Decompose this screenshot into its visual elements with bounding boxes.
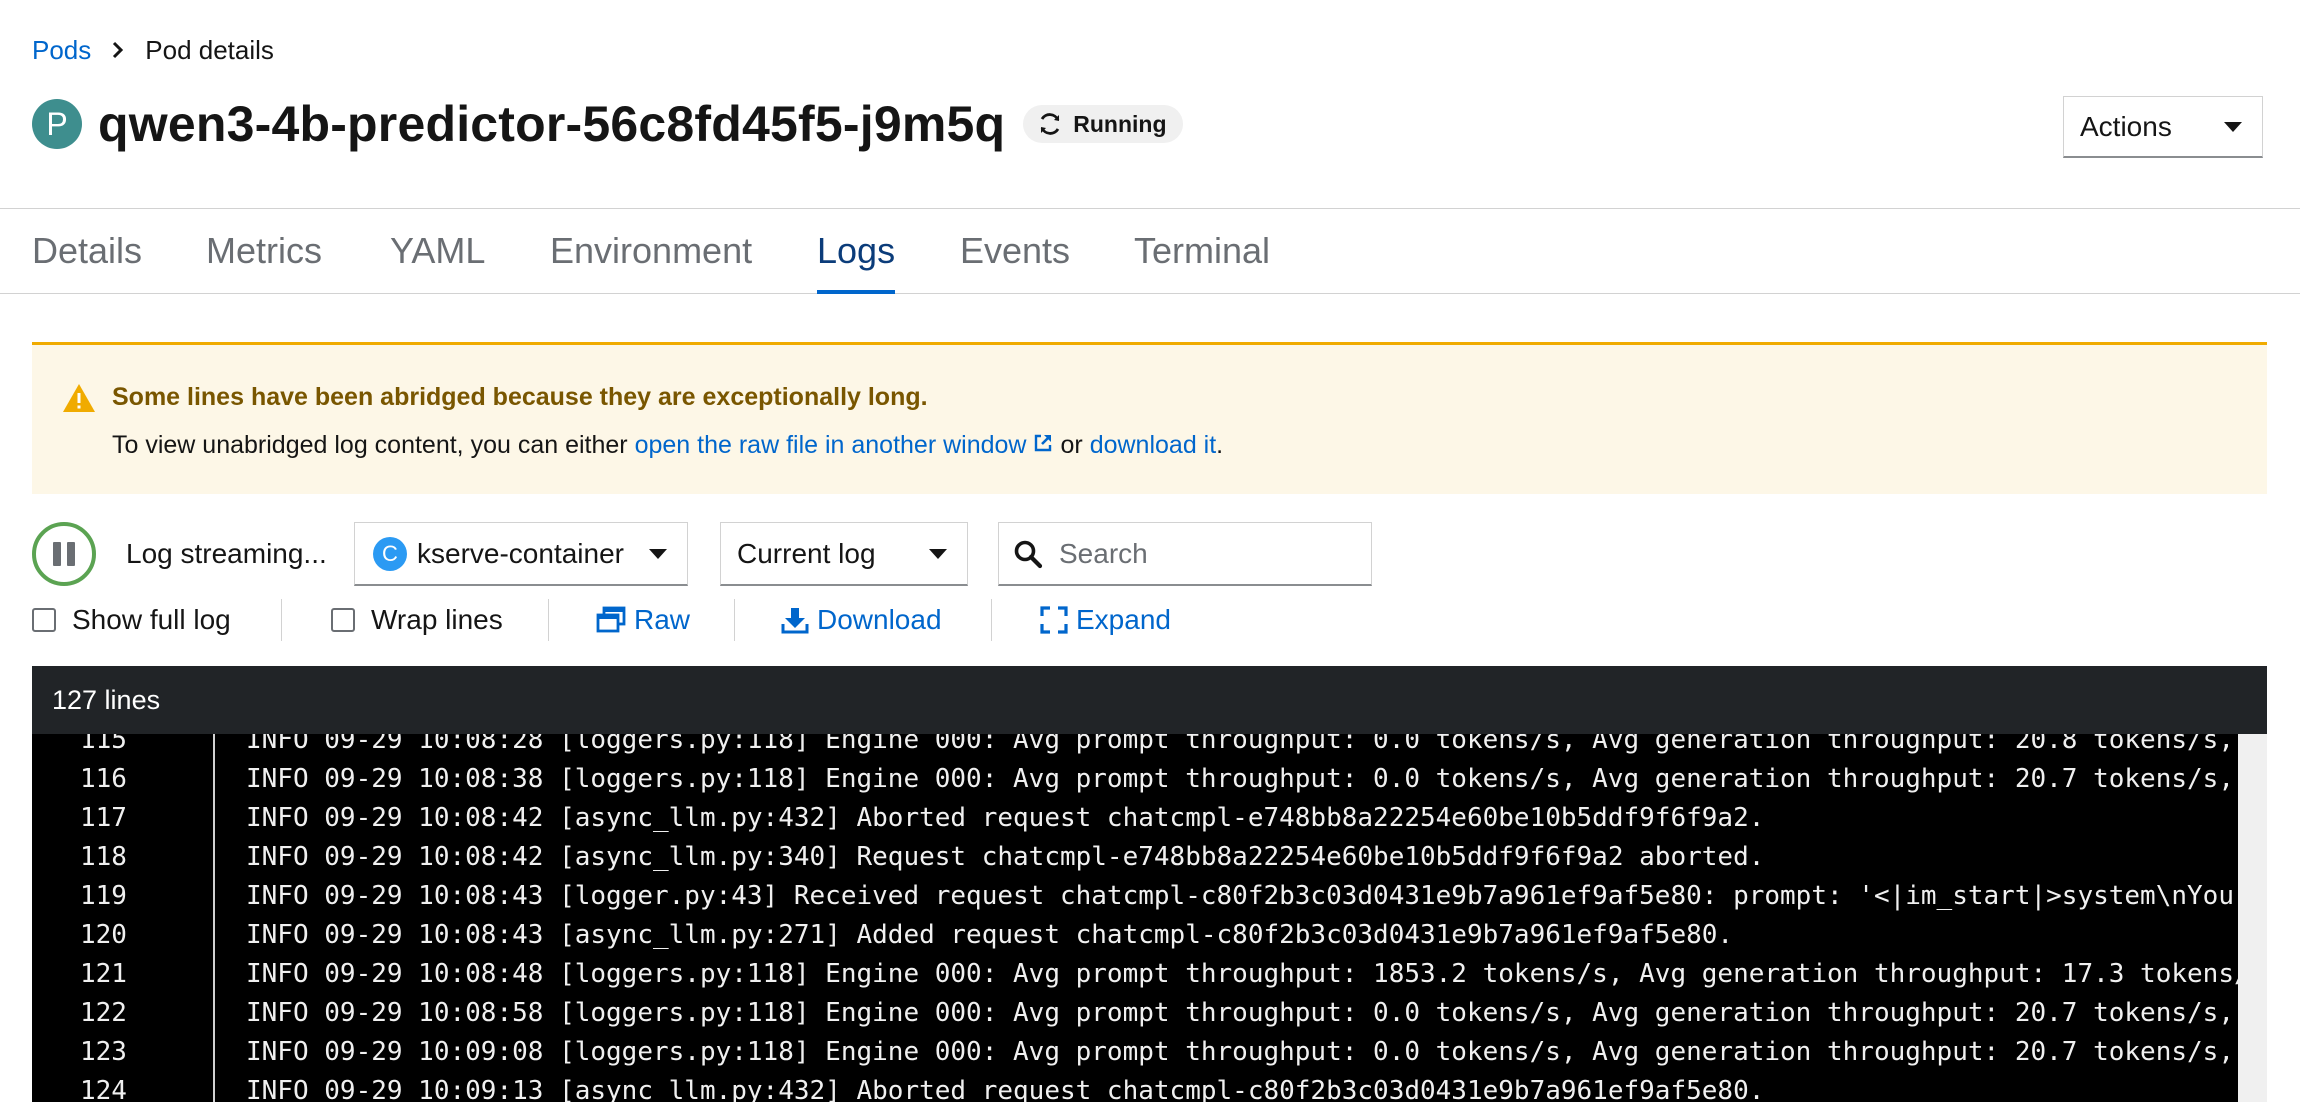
caret-down-icon [2224, 121, 2242, 132]
expand-label: Expand [1076, 604, 1171, 635]
log-line-number: 117 [80, 803, 127, 833]
alert-body-suffix: . [1216, 431, 1224, 459]
log-line-text: INFO 09-29 10:08:38 [loggers.py:118] Eng… [246, 764, 2234, 794]
log-line-number: 115 [80, 734, 127, 755]
log-line-number: 122 [80, 998, 127, 1028]
breadcrumb-pods-link[interactable]: Pods [32, 35, 91, 66]
log-line-text: INFO 09-29 10:08:43 [async_llm.py:271] A… [246, 920, 1734, 950]
log-line-number: 123 [80, 1037, 127, 1067]
open-raw-link[interactable]: open the raw file in another window [635, 431, 1027, 460]
log-line: 116 INFO 09-29 10:08:38 [loggers.py:118] … [32, 760, 2234, 799]
sync-icon [1040, 113, 1060, 135]
caret-down-icon [929, 548, 947, 559]
log-toolbar: Log streaming... C kserve-container Curr… [32, 520, 1432, 588]
alert-body-prefix: To view unabridged log content, you can … [112, 431, 628, 459]
raw-button[interactable]: Raw [596, 595, 690, 645]
tab-terminal[interactable]: Terminal [1134, 209, 1270, 293]
log-type-select[interactable]: Current log [720, 522, 968, 586]
pause-icon [53, 542, 61, 566]
log-line-text: INFO 09-29 10:08:43 [logger.py:43] Recei… [246, 881, 2234, 911]
container-name: kserve-container [417, 537, 624, 569]
log-line-text: INFO 09-29 10:09:08 [loggers.py:118] Eng… [246, 1037, 2234, 1067]
pause-streaming-button[interactable] [32, 522, 96, 586]
download-it-link[interactable]: download it [1090, 431, 1216, 460]
actions-label: Actions [2080, 110, 2172, 142]
log-scrollbar[interactable] [2238, 734, 2267, 1102]
raw-label: Raw [634, 604, 691, 635]
container-select[interactable]: C kserve-container [354, 522, 688, 586]
page-header: P qwen3-4b-predictor-56c8fd45f5-j9m5q Ru… [32, 92, 1183, 156]
search-input[interactable] [1057, 536, 1341, 571]
caret-down-icon [649, 548, 667, 559]
breadcrumb: Pods Pod details [32, 30, 274, 70]
tab-environment[interactable]: Environment [550, 209, 752, 293]
container-badge: C [373, 536, 407, 571]
wrap-lines-option[interactable]: Wrap lines [331, 595, 503, 645]
log-line-text: INFO 09-29 10:08:58 [loggers.py:118] Eng… [246, 998, 2234, 1028]
show-full-log-option[interactable]: Show full log [32, 595, 231, 645]
log-line: 120 INFO 09-29 10:08:43 [async_llm.py:271… [32, 916, 2232, 955]
download-icon [781, 608, 809, 634]
log-line-number: 119 [80, 881, 127, 911]
log-line-number: 120 [80, 920, 127, 950]
show-full-log-label: Show full log [72, 604, 231, 635]
status-badge: Running [1023, 105, 1183, 143]
tab-bar: Details Metrics YAML Environment Logs Ev… [0, 209, 2300, 294]
status-text: Running [1073, 110, 1167, 137]
wrap-lines-checkbox[interactable] [331, 608, 355, 632]
raw-window-icon [596, 606, 626, 633]
log-line: 115 INFO 09-29 10:08:28 [loggers.py:118] … [32, 734, 2234, 760]
log-search [998, 522, 1372, 586]
log-line: 123 INFO 09-29 10:09:08 [loggers.py:118] … [32, 1033, 2234, 1072]
alert-body: To view unabridged log content, you can … [112, 431, 1223, 460]
tab-logs[interactable]: Logs [817, 209, 896, 294]
log-line-text: INFO 09-29 10:09:13 [async_llm.py:432] A… [246, 1076, 1765, 1102]
log-line-text: INFO 09-29 10:08:42 [async_llm.py:340] R… [246, 842, 1765, 872]
page-title: qwen3-4b-predictor-56c8fd45f5-j9m5q [98, 96, 1006, 152]
warning-icon [62, 383, 96, 418]
search-icon [1014, 540, 1043, 568]
divider [548, 599, 549, 641]
abridged-warning-alert: Some lines have been abridged because th… [32, 342, 2267, 494]
breadcrumb-current: Pod details [145, 34, 274, 65]
download-button[interactable]: Download [781, 595, 942, 645]
log-line: 117 INFO 09-29 10:08:42 [async_llm.py:432… [32, 799, 2232, 838]
external-link-icon [1033, 431, 1053, 460]
log-streaming-status: Log streaming... [126, 538, 327, 569]
log-viewer[interactable]: 115 INFO 09-29 10:08:28 [loggers.py:118] … [32, 734, 2267, 1102]
divider [991, 599, 992, 641]
divider [281, 599, 282, 641]
tab-details[interactable]: Details [32, 209, 142, 293]
log-line: 119 INFO 09-29 10:08:43 [logger.py:43] Re… [32, 877, 2234, 916]
log-line: 122 INFO 09-29 10:08:58 [loggers.py:118] … [32, 994, 2234, 1033]
log-line: 124 INFO 09-29 10:09:13 [async_llm.py:432… [32, 1072, 2232, 1102]
tab-yaml[interactable]: YAML [390, 209, 485, 293]
log-line-count: 127 lines [32, 666, 2267, 734]
tab-events[interactable]: Events [960, 209, 1070, 293]
expand-button[interactable]: Expand [1040, 595, 1171, 645]
log-line: 118 INFO 09-29 10:08:42 [async_llm.py:340… [32, 838, 2232, 877]
alert-title: Some lines have been abridged because th… [112, 383, 928, 411]
alert-body-or: or [1060, 431, 1083, 459]
log-line-number: 121 [80, 959, 127, 989]
log-type-value: Current log [737, 537, 876, 569]
log-line-text: INFO 09-29 10:08:48 [loggers.py:118] Eng… [246, 959, 2250, 989]
tab-metrics[interactable]: Metrics [206, 209, 322, 293]
expand-icon [1040, 606, 1068, 634]
actions-dropdown[interactable]: Actions [2063, 96, 2263, 158]
download-label: Download [817, 604, 942, 635]
divider [734, 599, 735, 641]
log-line-number: 116 [80, 764, 127, 794]
log-line-number: 118 [80, 842, 127, 872]
log-line-text: INFO 09-29 10:08:28 [loggers.py:118] Eng… [246, 734, 2234, 755]
log-line-number: 124 [80, 1076, 127, 1102]
chevron-right-icon [111, 40, 125, 60]
wrap-lines-label: Wrap lines [371, 604, 503, 635]
log-line: 121 INFO 09-29 10:08:48 [loggers.py:118] … [32, 955, 2250, 994]
pod-resource-badge: P [32, 99, 82, 149]
log-line-text: INFO 09-29 10:08:42 [async_llm.py:432] A… [246, 803, 1765, 833]
log-options: Show full log Wrap lines Raw Download Ex… [32, 595, 1432, 645]
show-full-log-checkbox[interactable] [32, 608, 56, 632]
